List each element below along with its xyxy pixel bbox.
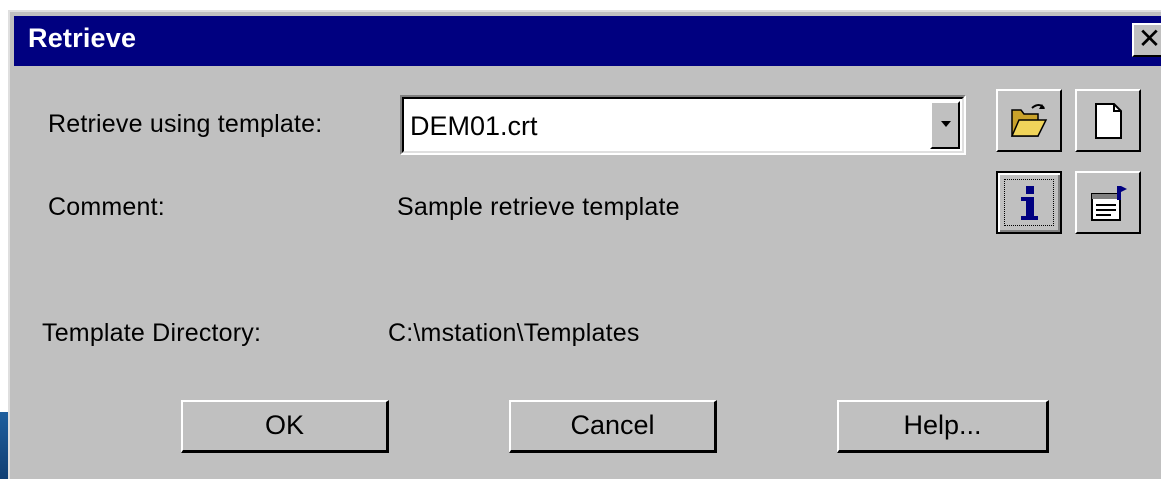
close-icon: ✕	[1137, 22, 1161, 55]
template-select[interactable]: DEM01.crt	[400, 95, 966, 155]
ok-button[interactable]: OK	[181, 400, 389, 453]
template-info-button[interactable]	[996, 171, 1062, 234]
template-properties-button[interactable]	[1075, 171, 1141, 234]
dropdown-arrow-button[interactable]	[930, 101, 960, 149]
comment-value: Sample retrieve template	[397, 193, 680, 221]
comment-label: Comment:	[48, 193, 165, 221]
title-bar[interactable]: Retrieve ✕	[14, 16, 1161, 66]
template-label: Retrieve using template:	[48, 110, 323, 138]
open-folder-icon	[1010, 104, 1048, 137]
help-button[interactable]: Help...	[837, 400, 1049, 453]
close-button[interactable]: ✕	[1132, 23, 1161, 57]
new-document-icon	[1095, 103, 1122, 139]
template-select-value: DEM01.crt	[410, 111, 538, 141]
open-template-button[interactable]	[996, 89, 1062, 152]
directory-label: Template Directory:	[42, 319, 262, 347]
new-template-button[interactable]	[1075, 89, 1141, 152]
cancel-button[interactable]: Cancel	[509, 400, 717, 453]
window-title: Retrieve	[28, 23, 137, 53]
properties-icon	[1091, 186, 1127, 221]
directory-value: C:\mstation\Templates	[388, 319, 640, 347]
info-icon	[1021, 186, 1038, 220]
